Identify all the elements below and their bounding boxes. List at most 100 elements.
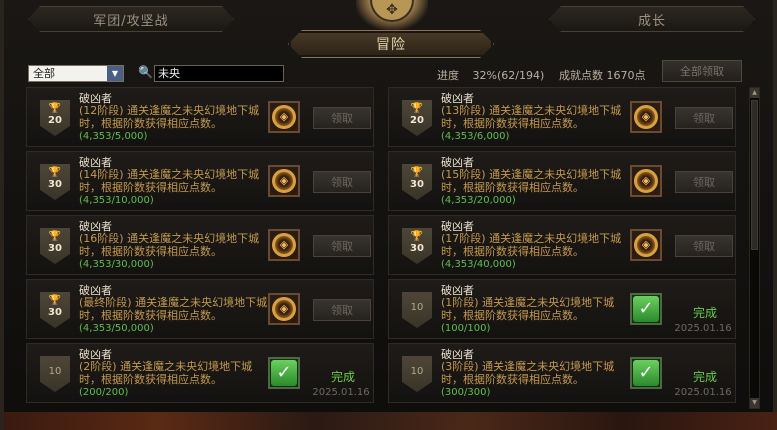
badge-points: 10 <box>48 366 62 377</box>
claim-button[interactable]: 领取 <box>675 171 733 193</box>
achievement-count: (4,353/50,000) <box>79 323 154 334</box>
reward-slot[interactable]: ◈ <box>268 165 300 197</box>
points-badge: 🏆 30 <box>402 164 432 200</box>
achievement-card: 🏆 30 破凶者 (15阶段) 通关逢魔之未央幻境地下城时，根据阶数获得相应点数。 (4… <box>388 151 736 211</box>
tab-adventure[interactable]: 冒险 <box>288 30 494 58</box>
reward-slot[interactable]: ✓ <box>268 357 300 389</box>
reward-slot[interactable]: ◈ <box>630 229 662 261</box>
checkmark-icon: ✓ <box>271 360 297 386</box>
points-badge: 🏆 30 <box>40 164 70 200</box>
achievement-desc: (13阶段) 通关逢魔之未央幻境地下城时，根据阶数获得相应点数。 <box>441 104 622 130</box>
achievement-count: (200/200) <box>79 387 129 398</box>
checkmark-icon: ✓ <box>633 296 659 322</box>
reward-ring-icon: ◈ <box>272 297 296 321</box>
achievement-card: 🏆 20 破凶者 (13阶段) 通关逢魔之未央幻境地下城时，根据阶数获得相应点数。 (4… <box>388 87 736 147</box>
tab-legion-siege[interactable]: 军团/攻坚战 <box>28 6 234 32</box>
claim-all-button[interactable]: 全部领取 <box>662 60 742 82</box>
achievement-desc: (12阶段) 通关逢魔之未央幻境地下城时，根据阶数获得相应点数。 <box>79 104 260 130</box>
reward-ring-icon: ◈ <box>272 233 296 257</box>
achievement-desc: (2阶段) 通关逢魔之未央幻境地下城时，根据阶数获得相应点数。 <box>79 360 253 386</box>
scroll-down-icon[interactable]: ▼ <box>750 398 759 408</box>
complete-date: 2025.01.16 <box>674 387 732 398</box>
search-input[interactable]: 未央 <box>154 65 284 82</box>
achievement-count: (100/100) <box>441 323 491 334</box>
points-badge: 10 <box>40 356 70 392</box>
points-badge: 🏆 30 <box>402 228 432 264</box>
reward-ring-icon: ◈ <box>634 105 658 129</box>
reward-slot[interactable]: ◈ <box>268 293 300 325</box>
achievement-count: (4,353/5,000) <box>79 131 148 142</box>
reward-slot[interactable]: ◈ <box>630 101 662 133</box>
trophy-icon: 🏆 <box>48 167 62 178</box>
points-badge: 🏆 30 <box>40 292 70 328</box>
points-badge: 🏆 20 <box>402 100 432 136</box>
reward-slot[interactable]: ◈ <box>268 229 300 261</box>
achievement-count: (4,353/30,000) <box>79 259 154 270</box>
achievement-points: 成就点数 1670点 <box>559 69 646 82</box>
achievement-desc: (15阶段) 通关逢魔之未央幻境地下城时，根据阶数获得相应点数。 <box>441 168 622 194</box>
reward-ring-icon: ◈ <box>634 169 658 193</box>
achievement-desc: (14阶段) 通关逢魔之未央幻境地下城时，根据阶数获得相应点数。 <box>79 168 260 194</box>
progress-label: 进度 <box>437 69 459 82</box>
claim-button[interactable]: 领取 <box>313 171 371 193</box>
badge-points: 30 <box>48 307 62 318</box>
complete-date: 2025.01.16 <box>312 387 370 398</box>
progress-readout: 进度 32%(62/194) <box>437 67 544 83</box>
points-badge: 10 <box>402 292 432 328</box>
trophy-icon: 🏆 <box>48 103 62 114</box>
achievement-card: 🏆 30 破凶者 (16阶段) 通关逢魔之未央幻境地下城时，根据阶数获得相应点数。 (4… <box>26 215 374 275</box>
achievement-count: (4,353/6,000) <box>441 131 510 142</box>
complete-label: 完成 <box>330 370 355 384</box>
reward-ring-icon: ◈ <box>634 233 658 257</box>
achievement-card: 10 破凶者 (1阶段) 通关逢魔之未央幻境地下城时，根据阶数获得相应点数。 (100… <box>388 279 736 339</box>
complete-label: 完成 <box>692 306 717 320</box>
chevron-down-icon[interactable]: ▼ <box>107 66 123 81</box>
achievement-count: (4,353/40,000) <box>441 259 516 270</box>
points-badge: 🏆 20 <box>40 100 70 136</box>
badge-points: 20 <box>410 115 424 126</box>
scroll-thumb[interactable] <box>751 100 758 250</box>
achievement-desc: (3阶段) 通关逢魔之未央幻境地下城时，根据阶数获得相应点数。 <box>441 360 615 386</box>
badge-points: 30 <box>48 243 62 254</box>
reward-ring-icon: ◈ <box>272 169 296 193</box>
category-dropdown-value: 全部 <box>33 67 55 80</box>
badge-points: 10 <box>410 366 424 377</box>
reward-slot[interactable]: ✓ <box>630 293 662 325</box>
reward-ring-icon: ◈ <box>272 105 296 129</box>
achievement-desc: (最终阶段) 通关逢魔之未央幻境地下城时，根据阶数获得相应点数。 <box>79 296 268 322</box>
progress-count: (62/194) <box>496 69 545 82</box>
points-badge: 10 <box>402 356 432 392</box>
achievement-card: 🏆 30 破凶者 (最终阶段) 通关逢魔之未央幻境地下城时，根据阶数获得相应点数。 (4… <box>26 279 374 339</box>
claim-button[interactable]: 领取 <box>313 235 371 257</box>
complete-date: 2025.01.16 <box>674 323 732 334</box>
achievement-card: 🏆 30 破凶者 (14阶段) 通关逢魔之未央幻境地下城时，根据阶数获得相应点数。 (4… <box>26 151 374 211</box>
achievement-count: (4,353/10,000) <box>79 195 154 206</box>
badge-points: 10 <box>410 302 424 313</box>
badge-points: 30 <box>410 179 424 190</box>
achievement-desc: (17阶段) 通关逢魔之未央幻境地下城时，根据阶数获得相应点数。 <box>441 232 622 258</box>
claim-button[interactable]: 领取 <box>675 107 733 129</box>
achievement-desc: (1阶段) 通关逢魔之未央幻境地下城时，根据阶数获得相应点数。 <box>441 296 615 322</box>
achievement-desc: (16阶段) 通关逢魔之未央幻境地下城时，根据阶数获得相应点数。 <box>79 232 260 258</box>
claim-button[interactable]: 领取 <box>313 299 371 321</box>
trophy-icon: 🏆 <box>410 231 424 242</box>
tab-growth[interactable]: 成长 <box>549 6 755 32</box>
claim-button[interactable]: 领取 <box>675 235 733 257</box>
scroll-up-icon[interactable]: ▲ <box>750 88 759 98</box>
category-dropdown[interactable]: 全部 ▼ <box>28 65 124 82</box>
reward-slot[interactable]: ✓ <box>630 357 662 389</box>
achievement-count: (4,353/20,000) <box>441 195 516 206</box>
achievement-card: 10 破凶者 (3阶段) 通关逢魔之未央幻境地下城时，根据阶数获得相应点数。 (300… <box>388 343 736 403</box>
achievement-card: 🏆 20 破凶者 (12阶段) 通关逢魔之未央幻境地下城时，根据阶数获得相应点数。 (4… <box>26 87 374 147</box>
badge-points: 30 <box>48 179 62 190</box>
trophy-icon: 🏆 <box>410 103 424 114</box>
reward-slot[interactable]: ◈ <box>630 165 662 197</box>
badge-points: 30 <box>410 243 424 254</box>
list-scrollbar[interactable]: ▲ ▼ <box>749 87 760 409</box>
achievement-count: (300/300) <box>441 387 491 398</box>
reward-slot[interactable]: ◈ <box>268 101 300 133</box>
achievement-list: 🏆 20 破凶者 (12阶段) 通关逢魔之未央幻境地下城时，根据阶数获得相应点数。 (4… <box>26 87 746 409</box>
achievement-card: 🏆 30 破凶者 (17阶段) 通关逢魔之未央幻境地下城时，根据阶数获得相应点数。 (4… <box>388 215 736 275</box>
achievement-window: 军团/攻坚战 成长 ✥ 冒险 全部 ▼ 🔍 未央 进度 32%(62/194) … <box>0 0 777 430</box>
claim-button[interactable]: 领取 <box>313 107 371 129</box>
